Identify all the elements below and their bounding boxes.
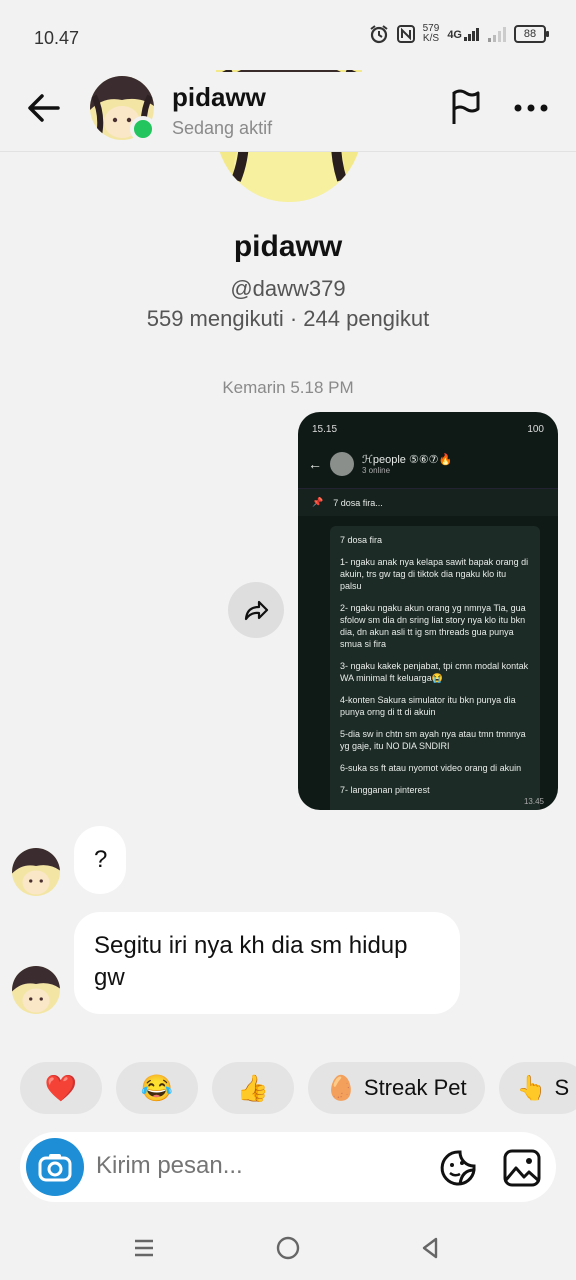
screenshot-time: 15.15 xyxy=(312,424,338,435)
screenshot-pinned: 📌 7 dosa fira... xyxy=(298,488,558,516)
header-status: Sedang aktif xyxy=(172,118,273,138)
quick-reply-heart[interactable]: ❤️ xyxy=(20,1062,102,1114)
nfc-icon xyxy=(396,25,415,43)
battery-indicator: 88 xyxy=(514,25,549,43)
nav-back-button[interactable] xyxy=(410,1232,450,1264)
screenshot-group-title: ℋpeople ⑤⑥⑦🔥 xyxy=(362,454,453,466)
sticker-icon xyxy=(440,1150,476,1186)
signal-bars-weak-icon xyxy=(488,27,506,42)
screenshot-line: 7 dosa fira xyxy=(340,535,383,545)
streak-pet-label: Streak Pet xyxy=(363,1075,467,1100)
arrow-left-icon xyxy=(28,94,60,122)
message-bubble[interactable]: ? xyxy=(74,826,126,894)
status-time: 10.47 xyxy=(34,28,80,48)
message-input[interactable] xyxy=(96,1152,426,1180)
shared-screenshot[interactable]: 15.15 100 ← ℋpeople ⑤⑥⑦🔥 3 online 📌 7 do… xyxy=(298,412,558,810)
screenshot-msg-time: 13.45 xyxy=(523,797,544,806)
screenshot-pinned-text: 7 dosa fira... xyxy=(333,497,383,508)
message-bubble[interactable]: Segitu iri nya kh dia sm hidup gw xyxy=(74,912,460,1014)
screenshot-battery: 100 xyxy=(527,424,544,435)
signal-bars-icon xyxy=(464,28,479,41)
more-options-button[interactable] xyxy=(510,90,552,126)
signal-4g: 4G xyxy=(447,27,480,41)
quick-reply-laugh[interactable]: 😂 xyxy=(116,1062,198,1114)
online-indicator xyxy=(130,116,156,142)
profile-handle: @daww379 xyxy=(230,276,346,301)
speed-unit: K/S xyxy=(422,33,440,44)
heart-emoji: ❤️ xyxy=(44,1072,78,1103)
nav-menu-button[interactable] xyxy=(124,1232,164,1264)
laugh-emoji: 😂 xyxy=(140,1072,174,1103)
share-arrow-icon xyxy=(244,600,269,621)
thumbs-up-emoji: 👍 xyxy=(236,1072,270,1103)
camera-icon xyxy=(38,1154,72,1182)
screenshot-line: 2- ngaku ngaku akun orang yg nmnya Tia, … xyxy=(340,603,526,649)
screenshot-back-icon: ← xyxy=(308,456,322,472)
pin-icon: 📌 xyxy=(312,497,324,507)
status-icons: 579 K/S 4G 88 xyxy=(369,24,549,44)
screenshot-line: 5-dia sw in chtn sm ayah nya atau tmn tm… xyxy=(340,729,526,751)
screenshot-line: 1- ngaku anak nya kelapa sawit bapak ora… xyxy=(340,557,529,591)
status-bar: 10.47 579 K/S 4G 88 xyxy=(0,0,576,72)
message-composer xyxy=(20,1132,556,1202)
more-dots-icon xyxy=(514,104,548,112)
camera-button[interactable] xyxy=(26,1138,84,1196)
share-button[interactable] xyxy=(228,582,284,638)
image-gallery-icon xyxy=(503,1149,541,1187)
quick-reply-bar: ❤️ 😂 👍 🥚 Streak Pet 👆 S xyxy=(20,1062,576,1114)
screenshot-line: 6-suka ss ft atau nyomot video orang di … xyxy=(340,763,522,773)
screenshot-message: 7 dosa fira 1- ngaku anak nya kelapa saw… xyxy=(330,526,540,810)
sender-avatar[interactable] xyxy=(12,966,60,1014)
menu-lines-icon xyxy=(135,1239,153,1257)
triangle-back-icon xyxy=(422,1237,438,1259)
screenshot-status-bar: 15.15 100 xyxy=(298,412,558,444)
screenshot-group-avatar xyxy=(330,452,354,476)
screenshot-line: 4-konten Sakura simulator itu bkn punya … xyxy=(340,695,516,717)
pointing-emoji: 👆 xyxy=(516,1074,547,1102)
quick-reply-label: S xyxy=(554,1075,570,1100)
flag-icon xyxy=(452,89,480,124)
message-timestamp: Kemarin 5.18 PM xyxy=(222,378,354,397)
quick-reply-streak-pet[interactable]: 🥚 Streak Pet xyxy=(308,1062,485,1114)
report-button[interactable] xyxy=(448,88,488,128)
alarm-icon xyxy=(370,25,388,44)
sender-avatar[interactable] xyxy=(12,848,60,896)
screenshot-group-sub: 3 online xyxy=(362,466,391,475)
network-speed: 579 K/S xyxy=(423,24,440,44)
system-nav-bar xyxy=(0,1220,576,1280)
quick-reply-thumbs-up[interactable]: 👍 xyxy=(212,1062,294,1114)
profile-stats: 559 mengikuti · 244 pengikut xyxy=(146,306,430,331)
sticker-button[interactable] xyxy=(438,1148,478,1188)
egg-emoji: 🥚 xyxy=(326,1074,356,1102)
chat-header: pidaww Sedang aktif xyxy=(0,72,576,152)
screenshot-chat-header: ← ℋpeople ⑤⑥⑦🔥 3 online xyxy=(298,444,558,484)
quick-reply-more[interactable]: 👆 S xyxy=(498,1062,576,1114)
header-name[interactable]: pidaww xyxy=(172,82,266,113)
network-type: 4G xyxy=(447,29,462,41)
screenshot-line: 7- langganan pinterest xyxy=(340,785,430,795)
profile-name: pidaww xyxy=(233,230,343,263)
circle-home-icon xyxy=(276,1236,300,1260)
back-button[interactable] xyxy=(24,88,68,128)
screenshot-line: 3- ngaku kakek penjabat, tpi cmn modal k… xyxy=(340,661,529,683)
nav-home-button[interactable] xyxy=(268,1232,308,1264)
gallery-button[interactable] xyxy=(502,1148,542,1188)
